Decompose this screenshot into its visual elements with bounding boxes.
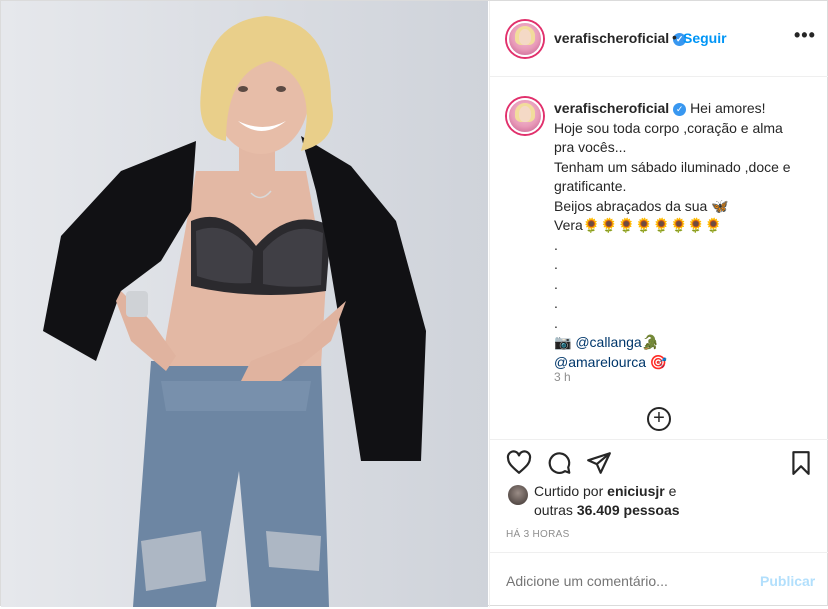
caption-line: Hoje sou toda corpo ,coração e alma [554, 119, 783, 136]
caption-line: . [554, 275, 558, 292]
caption-line: Vera🌻🌻🌻🌻🌻🌻🌻🌻 [554, 217, 723, 233]
verified-badge-icon: ✓ [673, 103, 687, 116]
comment-bar: Publicar [490, 552, 828, 607]
caption-time[interactable]: 3 h [554, 370, 571, 384]
comment-input[interactable] [506, 573, 746, 589]
caption-line: gratificante. [554, 178, 627, 194]
caption-line: . [554, 256, 558, 272]
post-side-panel: verafischeroficial ✓ • Seguir ••• verafis… [489, 1, 828, 607]
crocodile-icon: 🐊 [641, 334, 660, 350]
mention-amarelourca-link[interactable]: @amarelourca [554, 354, 646, 370]
caption-line: pra vocês... [554, 139, 627, 155]
likes-middle: e [664, 483, 677, 499]
post-photo[interactable] [1, 1, 488, 607]
caption-line: Hei amores! [690, 100, 766, 116]
mention-callanga-link[interactable]: @callanga [575, 334, 641, 350]
likes-others-prefix: outras [534, 502, 577, 518]
caption-line: . [554, 314, 558, 331]
caption-username[interactable]: verafischeroficial [554, 100, 669, 116]
caption-first-line: verafischeroficial ✓ Hei amores! [554, 99, 820, 119]
likes-line-2[interactable]: outras 36.409 pessoas [534, 501, 680, 520]
save-bookmark-icon[interactable] [788, 450, 814, 476]
separator-dot: • [672, 29, 677, 45]
caption-line: Beijos abraçados da sua 🦋 [554, 197, 729, 214]
caption-author-avatar[interactable] [507, 98, 543, 134]
caption-line: . [554, 295, 558, 311]
caption-line: . [554, 236, 558, 253]
load-more-comments-icon[interactable]: + [647, 407, 671, 431]
instagram-post-modal: verafischeroficial ✓ • Seguir ••• verafis… [0, 0, 828, 607]
post-caption: verafischeroficial ✓ Hei amores! Hoje sou… [554, 99, 820, 372]
caption-line: Tenham um sábado iluminado ,doce e [554, 158, 791, 175]
likes-count[interactable]: 36.409 pessoas [577, 502, 680, 518]
share-direct-icon[interactable] [586, 450, 612, 476]
comment-icon[interactable] [546, 450, 572, 476]
camera-icon: 📷 [554, 334, 572, 350]
follow-button[interactable]: Seguir [683, 30, 727, 46]
post-photo-illustration [43, 16, 426, 607]
caption-mention-line: 📷 @callanga🐊 [554, 333, 820, 353]
author-avatar[interactable] [507, 21, 543, 57]
like-heart-icon[interactable] [506, 450, 532, 476]
publish-button[interactable]: Publicar [760, 573, 815, 589]
post-timestamp[interactable]: HÁ 3 HORAS [506, 529, 570, 540]
post-header: verafischeroficial ✓ • Seguir ••• [490, 1, 828, 77]
author-username-link[interactable]: verafischeroficial ✓ [554, 30, 687, 46]
liker-username[interactable]: eniciusjr [607, 483, 665, 499]
author-username[interactable]: verafischeroficial [554, 30, 669, 46]
likes-line-1: Curtido por eniciusjr e [534, 482, 680, 501]
caption-mention-line: @amarelourca 🎯 [554, 353, 820, 373]
liked-by-prefix: Curtido por [534, 483, 608, 499]
liker-avatar[interactable] [508, 485, 528, 505]
likes-summary: Curtido por eniciusjr e outras 36.409 pe… [534, 482, 680, 520]
target-icon: 🎯 [649, 353, 668, 370]
more-options-icon[interactable]: ••• [794, 25, 816, 46]
